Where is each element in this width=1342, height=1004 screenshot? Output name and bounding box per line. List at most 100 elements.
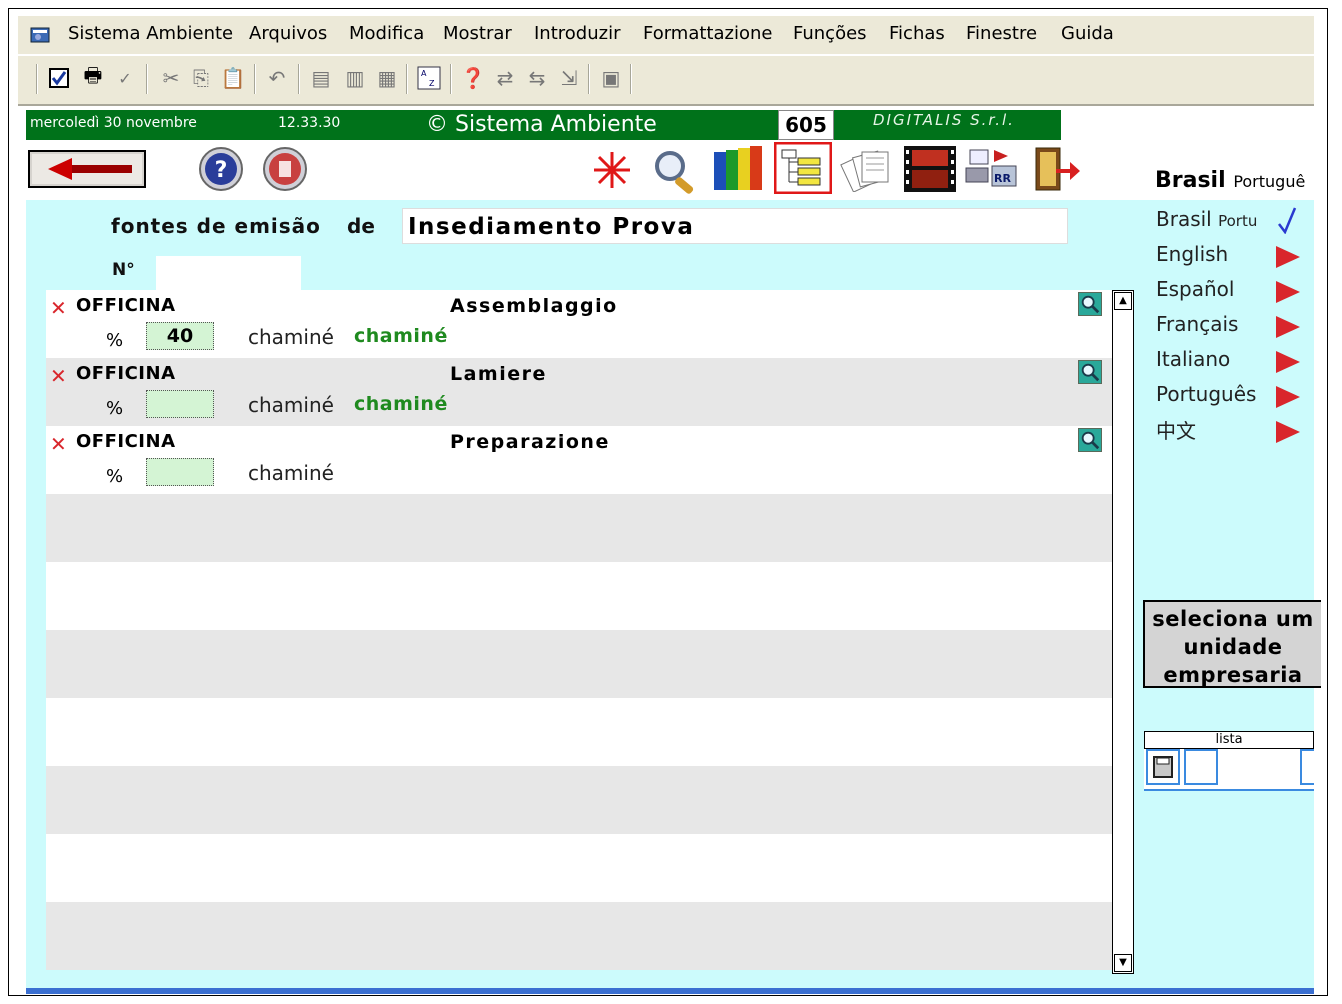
- menu-guida[interactable]: Guida: [1061, 16, 1114, 54]
- percent-field[interactable]: 40: [146, 322, 214, 350]
- find-replace-icon[interactable]: ⇄: [492, 65, 518, 91]
- lista-button[interactable]: [1300, 749, 1314, 785]
- checkbox-icon[interactable]: [46, 65, 72, 91]
- find-icon[interactable]: ❓: [460, 65, 486, 91]
- back-arrow-button[interactable]: [28, 150, 146, 188]
- menu-introduzir[interactable]: Introduzir: [534, 16, 620, 54]
- help-book-icon[interactable]: ▣: [598, 65, 624, 91]
- lista-label: lista: [1144, 731, 1314, 749]
- toolbar-separator: [450, 64, 452, 94]
- status-app-name: © Sistema Ambiente: [426, 112, 657, 137]
- lista-button[interactable]: [1184, 749, 1218, 785]
- source-name: Assemblaggio: [450, 295, 618, 317]
- binders-icon[interactable]: [712, 144, 768, 192]
- select-business-unit-button[interactable]: seleciona um unidade empresaria: [1143, 600, 1321, 688]
- record-new-icon[interactable]: ▤: [308, 65, 334, 91]
- delete-x-icon[interactable]: ✕: [50, 364, 67, 388]
- language-option-espanol[interactable]: Español: [1156, 277, 1234, 301]
- lista-body: [1144, 749, 1314, 791]
- chimney-link[interactable]: chaminé: [354, 325, 448, 347]
- emission-sources-icon[interactable]: [774, 142, 832, 194]
- zoom-icon[interactable]: [1078, 292, 1102, 316]
- arrow-right-icon[interactable]: [1276, 316, 1300, 338]
- toolbar-separator: [298, 64, 300, 94]
- empty-row: [46, 494, 1112, 562]
- undo-icon[interactable]: ↶: [264, 65, 290, 91]
- zoom-icon[interactable]: [1078, 428, 1102, 452]
- toolbar-separator: [254, 64, 256, 94]
- form-de-label: de: [347, 214, 375, 238]
- chimney-label: chaminé: [248, 461, 334, 485]
- svg-text:RR: RR: [994, 172, 1011, 185]
- record-delete-icon[interactable]: ▥: [342, 65, 368, 91]
- menu-arquivos[interactable]: Arquivos: [249, 16, 327, 54]
- language-option-chinese[interactable]: 中文: [1156, 415, 1196, 444]
- scroll-up-arrow[interactable]: ▲: [1114, 292, 1132, 310]
- menu-mostrar[interactable]: Mostrar: [443, 16, 512, 54]
- print-report-icon[interactable]: RR: [964, 146, 1020, 192]
- menu-sistema-ambiente[interactable]: Sistema Ambiente: [68, 16, 233, 54]
- arrow-right-icon[interactable]: [1276, 386, 1300, 408]
- paste-icon[interactable]: 📋: [220, 65, 246, 91]
- arrow-right-icon[interactable]: [1276, 281, 1300, 303]
- list-item: ✕ OFFICINA Lamiere % chaminé chaminé: [46, 358, 1112, 426]
- app-icon: [30, 27, 50, 43]
- exit-door-icon[interactable]: [1030, 144, 1082, 194]
- exit-circle-icon[interactable]: [262, 146, 308, 192]
- menu-finestre[interactable]: Finestre: [966, 16, 1037, 54]
- delete-x-icon[interactable]: ✕: [50, 432, 67, 456]
- arrow-right-icon[interactable]: [1276, 421, 1300, 443]
- toolbar: 🖶 ✓ ✂ ⎘ 📋 ↶ ▤ ▥ ▦ AZ ❓ ⇄ ⇆ ⇲ ▣: [18, 55, 1314, 106]
- replace-icon[interactable]: ⇆: [524, 65, 550, 91]
- magnifier-icon[interactable]: [652, 148, 700, 194]
- current-language: Brasil Portuguê: [1155, 168, 1305, 193]
- svg-text:?: ?: [215, 158, 228, 183]
- film-strip-icon[interactable]: [902, 144, 958, 194]
- delete-x-icon[interactable]: ✕: [50, 296, 67, 320]
- number-label: N°: [112, 260, 135, 280]
- zoom-icon[interactable]: [1078, 360, 1102, 384]
- empty-row: [46, 766, 1112, 834]
- language-selected-sub: Portu: [1218, 212, 1258, 230]
- arrow-right-icon[interactable]: [1276, 351, 1300, 373]
- save-disk-icon[interactable]: [1146, 749, 1180, 785]
- list-scrollbar[interactable]: ▲ ▼: [1112, 290, 1134, 974]
- menu-fichas[interactable]: Fichas: [889, 16, 945, 54]
- empty-row: [46, 630, 1112, 698]
- copy-icon[interactable]: ⎘: [188, 65, 214, 91]
- status-company: DIGITALIS S.r.l.: [873, 111, 1015, 129]
- menu-funcoes[interactable]: Funções: [793, 16, 867, 54]
- snowflake-icon[interactable]: [590, 148, 634, 192]
- menu-formattazione[interactable]: Formattazione: [643, 16, 772, 54]
- language-option-selected[interactable]: Brasil Portu: [1156, 207, 1257, 231]
- documents-icon[interactable]: [840, 146, 894, 192]
- spellcheck-icon[interactable]: ✓: [112, 65, 138, 91]
- print-icon[interactable]: 🖶: [80, 63, 106, 91]
- language-option-portugues[interactable]: Português: [1156, 382, 1256, 406]
- language-option-english[interactable]: English: [1156, 242, 1228, 266]
- source-name: Preparazione: [450, 431, 610, 453]
- arrow-right-icon[interactable]: [1276, 246, 1300, 268]
- source-type: OFFICINA: [76, 431, 176, 452]
- current-language-name: Brasil: [1155, 168, 1226, 193]
- svg-text:A: A: [421, 69, 427, 78]
- percent-field[interactable]: [146, 458, 214, 486]
- help-icon[interactable]: ?: [198, 146, 244, 192]
- percent-field[interactable]: [146, 390, 214, 418]
- language-option-francais[interactable]: Français: [1156, 312, 1238, 336]
- percent-label: %: [106, 330, 124, 351]
- language-option-italiano[interactable]: Italiano: [1156, 347, 1230, 371]
- record-list-icon[interactable]: ▦: [374, 65, 400, 91]
- plant-name-field[interactable]: Insediamento Prova: [402, 208, 1068, 244]
- list-item: ✕ OFFICINA Assemblaggio % 40 chaminé cha…: [46, 290, 1112, 358]
- goto-icon[interactable]: ⇲: [556, 65, 582, 91]
- percent-label: %: [106, 398, 124, 419]
- form-title-label: fontes de emisão: [111, 214, 321, 238]
- number-field[interactable]: [156, 256, 301, 292]
- sort-az-icon[interactable]: AZ: [416, 65, 442, 91]
- scroll-down-arrow[interactable]: ▼: [1114, 954, 1132, 972]
- chimney-link[interactable]: chaminé: [354, 393, 448, 415]
- cut-icon[interactable]: ✂: [158, 65, 184, 91]
- menu-modifica[interactable]: Modifica: [349, 16, 424, 54]
- source-type: OFFICINA: [76, 363, 176, 384]
